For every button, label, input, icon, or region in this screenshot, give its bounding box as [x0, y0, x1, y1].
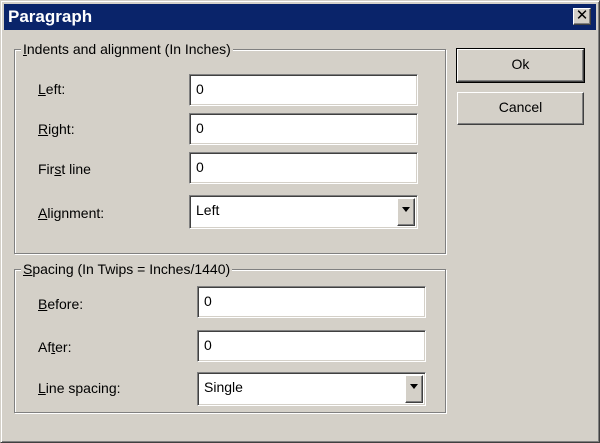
before-label: Before:	[38, 296, 84, 312]
chevron-down-icon	[410, 384, 418, 389]
right-label: Right:	[38, 121, 75, 137]
close-button[interactable]: ✕	[573, 8, 591, 25]
left-label: Left:	[38, 81, 66, 97]
after-label: After:	[38, 339, 72, 355]
left-indent-input[interactable]: 0	[189, 74, 418, 106]
indents-group: Indents and alignment (In Inches) Left: …	[14, 40, 446, 254]
dialog-title: Paragraph	[8, 7, 93, 26]
spacing-group: Spacing (In Twips = Inches/1440) Before:…	[14, 260, 446, 413]
first-line-input[interactable]: 0	[189, 152, 418, 184]
alignment-label: Alignment:	[38, 205, 105, 221]
after-spacing-input[interactable]: 0	[197, 330, 426, 362]
alignment-select[interactable]: Left	[189, 195, 418, 229]
first-line-label: First line	[38, 161, 91, 177]
close-icon: ✕	[575, 7, 589, 24]
indents-group-legend: Indents and alignment (In Inches)	[21, 40, 233, 58]
before-spacing-input[interactable]: 0	[197, 286, 426, 318]
alignment-dropdown-button[interactable]	[397, 198, 415, 226]
ok-button[interactable]: Ok	[456, 48, 585, 83]
line-spacing-select[interactable]: Single	[197, 372, 426, 406]
chevron-down-icon	[402, 207, 410, 212]
spacing-group-legend: Spacing (In Twips = Inches/1440)	[21, 260, 233, 278]
paragraph-dialog: Paragraph ✕ Indents and alignment (In In…	[0, 0, 600, 443]
right-indent-input[interactable]: 0	[189, 113, 418, 145]
cancel-button[interactable]: Cancel	[457, 92, 584, 125]
line-spacing-label: Line spacing:	[38, 380, 121, 396]
title-bar[interactable]: Paragraph ✕	[4, 4, 596, 30]
line-spacing-dropdown-button[interactable]	[405, 375, 423, 403]
